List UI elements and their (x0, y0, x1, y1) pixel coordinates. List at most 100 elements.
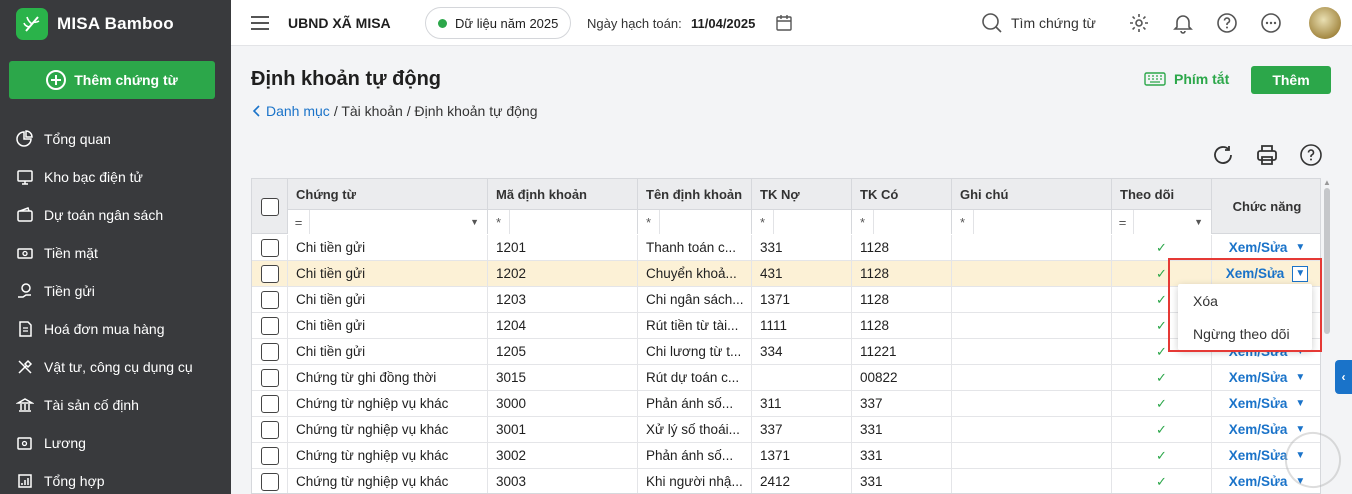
refresh-icon[interactable] (1211, 143, 1235, 167)
view-edit-link[interactable]: Xem/Sửa (1229, 396, 1288, 411)
posting-date-value[interactable]: 11/04/2025 (691, 0, 755, 46)
collapse-panel-tab[interactable]: ‹ (1335, 360, 1352, 394)
filter-operator[interactable]: * (852, 210, 874, 234)
header-doc[interactable]: Chứng từ (288, 179, 488, 209)
brand[interactable]: MISA Bamboo (0, 0, 231, 48)
row-menu-dropdown-icon[interactable]: ▼ (1295, 398, 1305, 409)
more-icon[interactable] (1260, 12, 1282, 34)
row-checkbox-cell[interactable] (252, 365, 288, 390)
cell-credit: 00822 (852, 365, 952, 390)
print-icon[interactable] (1255, 143, 1279, 167)
header-debit[interactable]: TK Nợ (752, 179, 852, 209)
add-document-button[interactable]: Thêm chứng từ (9, 61, 215, 99)
breadcrumb-link-catalog[interactable]: Danh mục (266, 103, 330, 119)
sidebar-item-budget[interactable]: Dự toán ngân sách (0, 196, 231, 234)
row-checkbox[interactable] (260, 394, 279, 413)
chevron-left-icon[interactable] (252, 105, 262, 117)
add-button[interactable]: Thêm (1251, 66, 1331, 94)
row-checkbox-cell[interactable] (252, 313, 288, 338)
header-track[interactable]: Theo dõi (1112, 179, 1212, 209)
filter-debit[interactable]: * (752, 209, 852, 234)
bell-icon[interactable] (1172, 12, 1194, 34)
row-menu-dropdown-icon[interactable]: ▼ (1295, 242, 1305, 253)
table-row[interactable]: Chứng từ nghiệp vụ khác 3003 Khi người nhậ… (252, 469, 1320, 493)
sidebar-item-deposit[interactable]: Tiền gửi (0, 272, 231, 310)
sidebar-item-invoice[interactable]: Hoá đơn mua hàng (0, 310, 231, 348)
table-row[interactable]: Chi tiền gửi 1201 Thanh toán c... 331 1128 ✓ X… (252, 235, 1320, 261)
data-year-selector[interactable]: Dữ liệu năm 2025 (425, 7, 571, 39)
shortcut-button[interactable]: Phím tắt (1144, 71, 1229, 87)
caret-down-icon[interactable]: ▼ (1194, 217, 1203, 227)
header-code[interactable]: Mã định khoản (488, 179, 638, 209)
help-icon[interactable] (1216, 12, 1238, 34)
row-checkbox-cell[interactable] (252, 469, 288, 493)
help-icon[interactable] (1299, 143, 1323, 167)
row-checkbox-cell[interactable] (252, 235, 288, 260)
header-name[interactable]: Tên định khoản (638, 179, 752, 209)
filter-name[interactable]: * (638, 209, 752, 234)
view-edit-link[interactable]: Xem/Sửa (1229, 370, 1288, 385)
gear-icon[interactable] (1128, 12, 1150, 34)
view-edit-link[interactable]: Xem/Sửa (1229, 448, 1288, 463)
scrollbar-thumb[interactable] (1324, 188, 1330, 334)
row-checkbox[interactable] (260, 238, 279, 257)
header-note[interactable]: Ghi chú (952, 179, 1112, 209)
filter-doc[interactable]: = ▼ (288, 209, 488, 234)
view-edit-link[interactable]: Xem/Sửa (1229, 422, 1288, 437)
header-credit[interactable]: TK Có (852, 179, 952, 209)
view-edit-link[interactable]: Xem/Sửa (1229, 240, 1288, 255)
filter-operator[interactable]: = (1112, 210, 1134, 234)
sidebar-item-overview[interactable]: Tổng quan (0, 120, 231, 158)
page-title: Định khoản tự động (251, 68, 442, 90)
sidebar-item-treasury[interactable]: Kho bạc điện tử (0, 158, 231, 196)
row-checkbox[interactable] (260, 420, 279, 439)
table-row[interactable]: Chứng từ nghiệp vụ khác 3000 Phản ánh số..… (252, 391, 1320, 417)
table-row[interactable]: Chứng từ nghiệp vụ khác 3002 Phản ánh số..… (252, 443, 1320, 469)
row-checkbox-cell[interactable] (252, 417, 288, 442)
row-checkbox-cell[interactable] (252, 391, 288, 416)
row-checkbox-cell[interactable] (252, 261, 288, 286)
row-checkbox[interactable] (260, 368, 279, 387)
scroll-up-icon[interactable]: ▲ (1323, 178, 1331, 187)
calendar-icon[interactable] (775, 0, 793, 46)
filter-operator[interactable]: * (488, 210, 510, 234)
row-checkbox[interactable] (260, 290, 279, 309)
sidebar-item-summary[interactable]: Tổng hợp (0, 462, 231, 494)
header-select-all[interactable] (252, 179, 288, 234)
row-menu-dropdown-icon[interactable]: ▼ (1295, 372, 1305, 383)
table-row[interactable]: Chứng từ ghi đồng thời 3015 Rút dự toán c.… (252, 365, 1320, 391)
sidebar-item-salary[interactable]: Lương (0, 424, 231, 462)
filter-operator[interactable]: * (952, 210, 974, 234)
table-row[interactable]: Chứng từ nghiệp vụ khác 3001 Xử lý số thoá… (252, 417, 1320, 443)
sidebar-item-cash[interactable]: Tiền mặt (0, 234, 231, 272)
menu-icon[interactable] (251, 0, 269, 46)
row-checkbox-cell[interactable] (252, 287, 288, 312)
organization-name[interactable]: UBND XÃ MISA (288, 0, 391, 46)
filter-track[interactable]: = ▼ (1112, 209, 1212, 234)
caret-down-icon[interactable]: ▼ (470, 217, 479, 227)
row-checkbox[interactable] (260, 472, 279, 491)
filter-credit[interactable]: * (852, 209, 952, 234)
filter-operator[interactable]: * (752, 210, 774, 234)
filter-note[interactable]: * (952, 209, 1112, 234)
sidebar-item-materials[interactable]: Vật tư, công cụ dụng cụ (0, 348, 231, 386)
table-row[interactable]: Chi tiền gửi 1205 Chi lương từ t... 334 1122… (252, 339, 1320, 365)
row-checkbox[interactable] (260, 264, 279, 283)
row-checkbox-cell[interactable] (252, 443, 288, 468)
view-edit-link[interactable]: Xem/Sửa (1229, 474, 1288, 489)
avatar[interactable] (1309, 7, 1341, 39)
select-all-checkbox[interactable] (260, 197, 279, 216)
table-row[interactable]: Chi tiền gửi 1204 Rút tiền từ tài... 1111 11… (252, 313, 1320, 339)
table-row[interactable]: Chi tiền gửi 1203 Chi ngân sách... 1371 1128… (252, 287, 1320, 313)
filter-code[interactable]: * (488, 209, 638, 234)
row-checkbox[interactable] (260, 316, 279, 335)
sidebar-item-fixed-assets[interactable]: Tài sản cố định (0, 386, 231, 424)
filter-operator[interactable]: * (638, 210, 660, 234)
row-checkbox[interactable] (260, 446, 279, 465)
filter-operator[interactable]: = (288, 210, 310, 234)
row-checkbox-cell[interactable] (252, 339, 288, 364)
search-documents[interactable]: Tìm chứng từ (981, 0, 1096, 46)
table-row[interactable]: Chi tiền gửi 1202 Chuyển khoả... 431 1128 ✓ Xe… (252, 261, 1320, 287)
cell-doc: Chi tiền gửi (288, 235, 488, 260)
row-checkbox[interactable] (260, 342, 279, 361)
